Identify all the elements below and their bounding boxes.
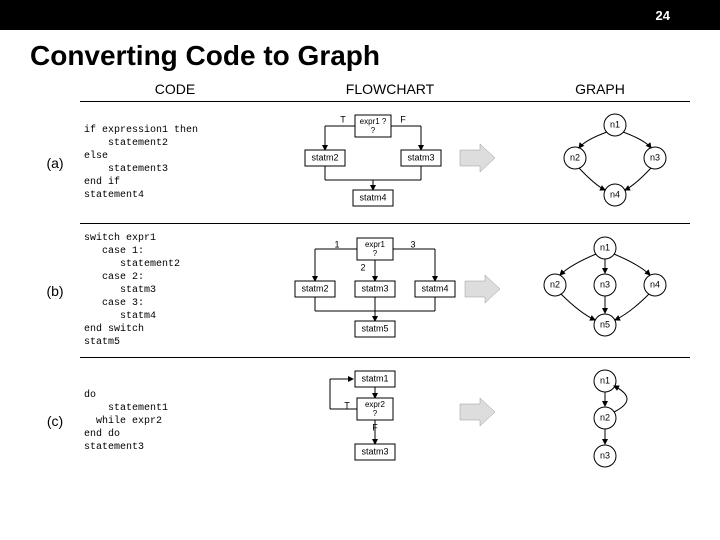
code-listing: if expression1 then statement2 else stat…	[84, 124, 266, 202]
graph-cell: n1 n2 n3	[510, 358, 690, 485]
svg-text:n3: n3	[600, 450, 610, 460]
header-blank	[30, 77, 80, 102]
svg-text:?: ?	[371, 126, 376, 135]
code-cell: if expression1 then statement2 else stat…	[80, 102, 270, 224]
svg-text:?: ?	[373, 409, 378, 418]
graph-cell: n1 n2 n3 n4	[510, 102, 690, 224]
svg-text:n3: n3	[600, 279, 610, 289]
svg-text:T: T	[340, 114, 346, 124]
arrow-icon	[465, 275, 500, 303]
flowchart-cell: expr1? 1 2 3 statm2 statm3 statm4 statm5	[270, 224, 510, 358]
svg-text:n4: n4	[610, 189, 620, 199]
svg-text:n3: n3	[650, 152, 660, 162]
svg-text:statm4: statm4	[359, 192, 386, 202]
svg-text:statm3: statm3	[361, 446, 388, 456]
table-row: (c) do statement1 while expr2 end do sta…	[30, 358, 690, 485]
svg-text:n4: n4	[650, 279, 660, 289]
graph-cell: n1 n2 n3 n4 n5	[510, 224, 690, 358]
svg-text:n2: n2	[570, 152, 580, 162]
svg-text:F: F	[400, 114, 406, 124]
page-number: 24	[656, 8, 670, 23]
graph-c: n1 n2 n3	[515, 366, 685, 476]
svg-text:expr1 ?: expr1 ?	[360, 117, 387, 126]
svg-text:expr2: expr2	[365, 400, 386, 409]
flowchart-cell: statm1 expr2? T F statm3	[270, 358, 510, 485]
row-label: (a)	[30, 102, 80, 224]
flowchart-b: expr1? 1 2 3 statm2 statm3 statm4 statm5	[275, 233, 505, 348]
code-listing: switch expr1 case 1: statement2 case 2: …	[84, 232, 266, 349]
content-table: CODE FLOWCHART GRAPH (a) if expression1 …	[0, 77, 720, 484]
svg-text:statm4: statm4	[421, 283, 448, 293]
row-label: (c)	[30, 358, 80, 485]
header-flowchart: FLOWCHART	[270, 77, 510, 102]
slide-title: Converting Code to Graph	[0, 30, 720, 77]
svg-text:statm2: statm2	[301, 283, 328, 293]
slide-number-bar: 24	[0, 0, 720, 30]
svg-text:3: 3	[410, 239, 415, 249]
flowchart-cell: expr1 ? ? T F statm2 statm3 statm4	[270, 102, 510, 224]
svg-text:statm2: statm2	[311, 152, 338, 162]
svg-text:1: 1	[334, 239, 339, 249]
svg-text:statm5: statm5	[361, 323, 388, 333]
table-row: (b) switch expr1 case 1: statement2 case…	[30, 224, 690, 358]
svg-text:n1: n1	[610, 119, 620, 129]
flowchart-c: statm1 expr2? T F statm3	[275, 366, 505, 476]
svg-text:n2: n2	[550, 279, 560, 289]
flowchart-a: expr1 ? ? T F statm2 statm3 statm4	[275, 110, 505, 215]
header-graph: GRAPH	[510, 77, 690, 102]
svg-text:2: 2	[360, 262, 365, 272]
code-listing: do statement1 while expr2 end do stateme…	[84, 389, 266, 454]
header-code: CODE	[80, 77, 270, 102]
table-row: (a) if expression1 then statement2 else …	[30, 102, 690, 224]
code-cell: do statement1 while expr2 end do stateme…	[80, 358, 270, 485]
svg-text:?: ?	[373, 249, 378, 258]
code-cell: switch expr1 case 1: statement2 case 2: …	[80, 224, 270, 358]
svg-text:n5: n5	[600, 319, 610, 329]
svg-text:statm3: statm3	[407, 152, 434, 162]
svg-text:expr1: expr1	[365, 240, 386, 249]
svg-text:statm3: statm3	[361, 283, 388, 293]
svg-text:n1: n1	[600, 375, 610, 385]
arrow-icon	[460, 398, 495, 426]
graph-b: n1 n2 n3 n4 n5	[515, 233, 685, 348]
svg-text:n1: n1	[600, 242, 610, 252]
svg-text:statm1: statm1	[361, 373, 388, 383]
svg-text:n2: n2	[600, 412, 610, 422]
row-label: (b)	[30, 224, 80, 358]
arrow-icon	[460, 144, 495, 172]
graph-a: n1 n2 n3 n4	[515, 110, 685, 215]
